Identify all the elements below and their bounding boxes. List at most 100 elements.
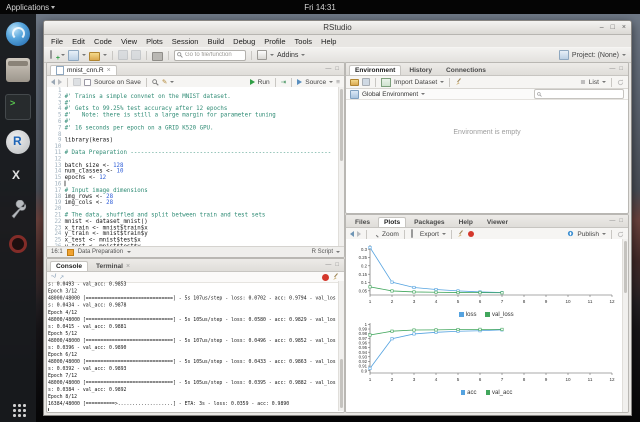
menu-item-build[interactable]: Build: [207, 37, 224, 46]
maximize-pane-icon[interactable]: □: [619, 66, 623, 72]
list-view-button[interactable]: List: [589, 79, 599, 86]
files-icon[interactable]: [6, 58, 30, 82]
applications-menu[interactable]: Applications: [6, 3, 55, 12]
section-label[interactable]: Data Preparation: [78, 249, 123, 255]
menu-item-view[interactable]: View: [121, 37, 137, 46]
open-file-icon[interactable]: [89, 52, 100, 61]
save-workspace-icon[interactable]: [362, 78, 370, 86]
scope-selector[interactable]: Global Environment: [362, 91, 418, 98]
addins-button[interactable]: Addins: [277, 52, 298, 59]
tab-plots[interactable]: Plots: [378, 217, 406, 227]
save-icon[interactable]: [118, 50, 128, 60]
print-icon[interactable]: [152, 52, 163, 61]
code-editor[interactable]: 12#' Trains a simple convnet on the MNIS…: [47, 87, 339, 247]
new-file-dropdown-icon[interactable]: [61, 54, 65, 56]
new-project-button[interactable]: [68, 50, 79, 61]
menu-item-help[interactable]: Help: [321, 37, 336, 46]
menu-item-edit[interactable]: Edit: [72, 37, 85, 46]
run-button[interactable]: Run: [258, 79, 270, 86]
project-button[interactable]: Project: (None): [559, 50, 626, 60]
tab-packages[interactable]: Packages: [408, 217, 450, 227]
open-directory-icon[interactable]: ↗: [59, 274, 64, 281]
tab-terminal[interactable]: Terminal×: [90, 261, 136, 271]
source-dropdown-icon[interactable]: [329, 81, 333, 83]
publish-dropdown-icon[interactable]: [602, 233, 606, 235]
import-dataset-dropdown-icon[interactable]: [440, 81, 444, 83]
console-output[interactable]: s: 0.0493 - val_acc: 0.9853Epoch 3/12480…: [48, 281, 338, 411]
tab-console[interactable]: Console: [50, 261, 88, 271]
minimize-pane-icon[interactable]: —: [325, 262, 331, 268]
list-view-dropdown-icon[interactable]: [602, 81, 606, 83]
recorder-icon[interactable]: [6, 232, 30, 256]
working-directory[interactable]: ~/: [51, 274, 56, 280]
next-plot-icon[interactable]: [357, 231, 361, 237]
r-project-icon[interactable]: [6, 130, 30, 154]
goto-file-search[interactable]: [174, 50, 246, 61]
tab-viewer[interactable]: Viewer: [481, 217, 514, 227]
minimize-pane-icon[interactable]: —: [609, 66, 615, 72]
clear-environment-icon[interactable]: [455, 78, 463, 86]
file-type-label[interactable]: R Script: [312, 249, 333, 255]
forward-icon[interactable]: [58, 79, 62, 85]
clock[interactable]: Fri 14:31: [304, 3, 336, 12]
show-applications-icon[interactable]: [11, 402, 25, 416]
export-dropdown-icon[interactable]: [442, 233, 446, 235]
menu-item-session[interactable]: Session: [172, 37, 199, 46]
publish-button[interactable]: Publish: [577, 231, 599, 238]
close-button[interactable]: ×: [622, 21, 626, 34]
tab-help[interactable]: Help: [453, 217, 479, 227]
utilities-icon[interactable]: [6, 164, 30, 188]
close-tab-icon[interactable]: ×: [126, 264, 130, 269]
menu-item-file[interactable]: File: [51, 37, 63, 46]
minimize-pane-icon[interactable]: —: [325, 66, 331, 72]
tab-environment[interactable]: Environment: [349, 65, 401, 75]
menu-item-code[interactable]: Code: [94, 37, 112, 46]
back-icon[interactable]: [51, 79, 55, 85]
addins-dropdown-icon[interactable]: [301, 54, 305, 56]
menu-item-debug[interactable]: Debug: [233, 37, 255, 46]
file-type-dropdown-icon[interactable]: [336, 251, 340, 253]
import-dataset-button[interactable]: Import Dataset: [394, 79, 437, 86]
pane-layout-dropdown-icon[interactable]: [270, 54, 274, 56]
tab-files[interactable]: Files: [349, 217, 376, 227]
open-recent-dropdown-icon[interactable]: [103, 54, 107, 56]
title-bar[interactable]: RStudio – □ ×: [44, 21, 631, 35]
tab-mnist-cnn[interactable]: mnist_cnn.R ×: [50, 65, 117, 75]
document-outline-icon[interactable]: ≡: [336, 79, 340, 86]
save-file-icon[interactable]: [73, 78, 81, 86]
zoom-button[interactable]: Zoom: [382, 231, 399, 238]
code-tools-dropdown-icon[interactable]: [170, 81, 174, 83]
terminal-icon[interactable]: [5, 94, 31, 120]
previous-plot-icon[interactable]: [350, 231, 354, 237]
menu-item-plots[interactable]: Plots: [146, 37, 163, 46]
stop-icon[interactable]: [322, 274, 329, 281]
scope-dropdown-icon[interactable]: [421, 93, 425, 95]
tab-history[interactable]: History: [403, 65, 438, 75]
minimize-pane-icon[interactable]: —: [609, 218, 615, 224]
menu-item-tools[interactable]: Tools: [295, 37, 313, 46]
editor-scrollbar[interactable]: [338, 87, 344, 247]
export-button[interactable]: Export: [420, 231, 439, 238]
maximize-pane-icon[interactable]: □: [335, 262, 339, 268]
rerun-icon[interactable]: ⇥: [281, 78, 287, 86]
plots-scrollbar[interactable]: [622, 239, 628, 412]
load-workspace-icon[interactable]: [350, 79, 359, 86]
section-dropdown-icon[interactable]: [127, 251, 131, 253]
tab-connections[interactable]: Connections: [440, 65, 492, 75]
source-on-save-checkbox[interactable]: [84, 79, 91, 86]
maximize-pane-icon[interactable]: □: [619, 218, 623, 224]
cursor-position[interactable]: 16:1: [51, 249, 63, 255]
browser-icon[interactable]: [6, 22, 30, 46]
maximize-pane-icon[interactable]: □: [335, 66, 339, 72]
environment-search[interactable]: [534, 89, 624, 99]
save-all-icon[interactable]: [131, 50, 141, 60]
source-button[interactable]: Source: [305, 79, 326, 86]
new-project-dropdown-icon[interactable]: [82, 54, 86, 56]
wrench-icon[interactable]: [6, 198, 30, 222]
new-file-button[interactable]: +: [49, 51, 58, 60]
remove-plot-icon[interactable]: [457, 230, 465, 238]
refresh-icon[interactable]: [617, 79, 624, 86]
code-tools-icon[interactable]: ✎: [162, 78, 168, 86]
close-tab-icon[interactable]: ×: [107, 68, 111, 73]
clear-console-icon[interactable]: [332, 273, 340, 281]
